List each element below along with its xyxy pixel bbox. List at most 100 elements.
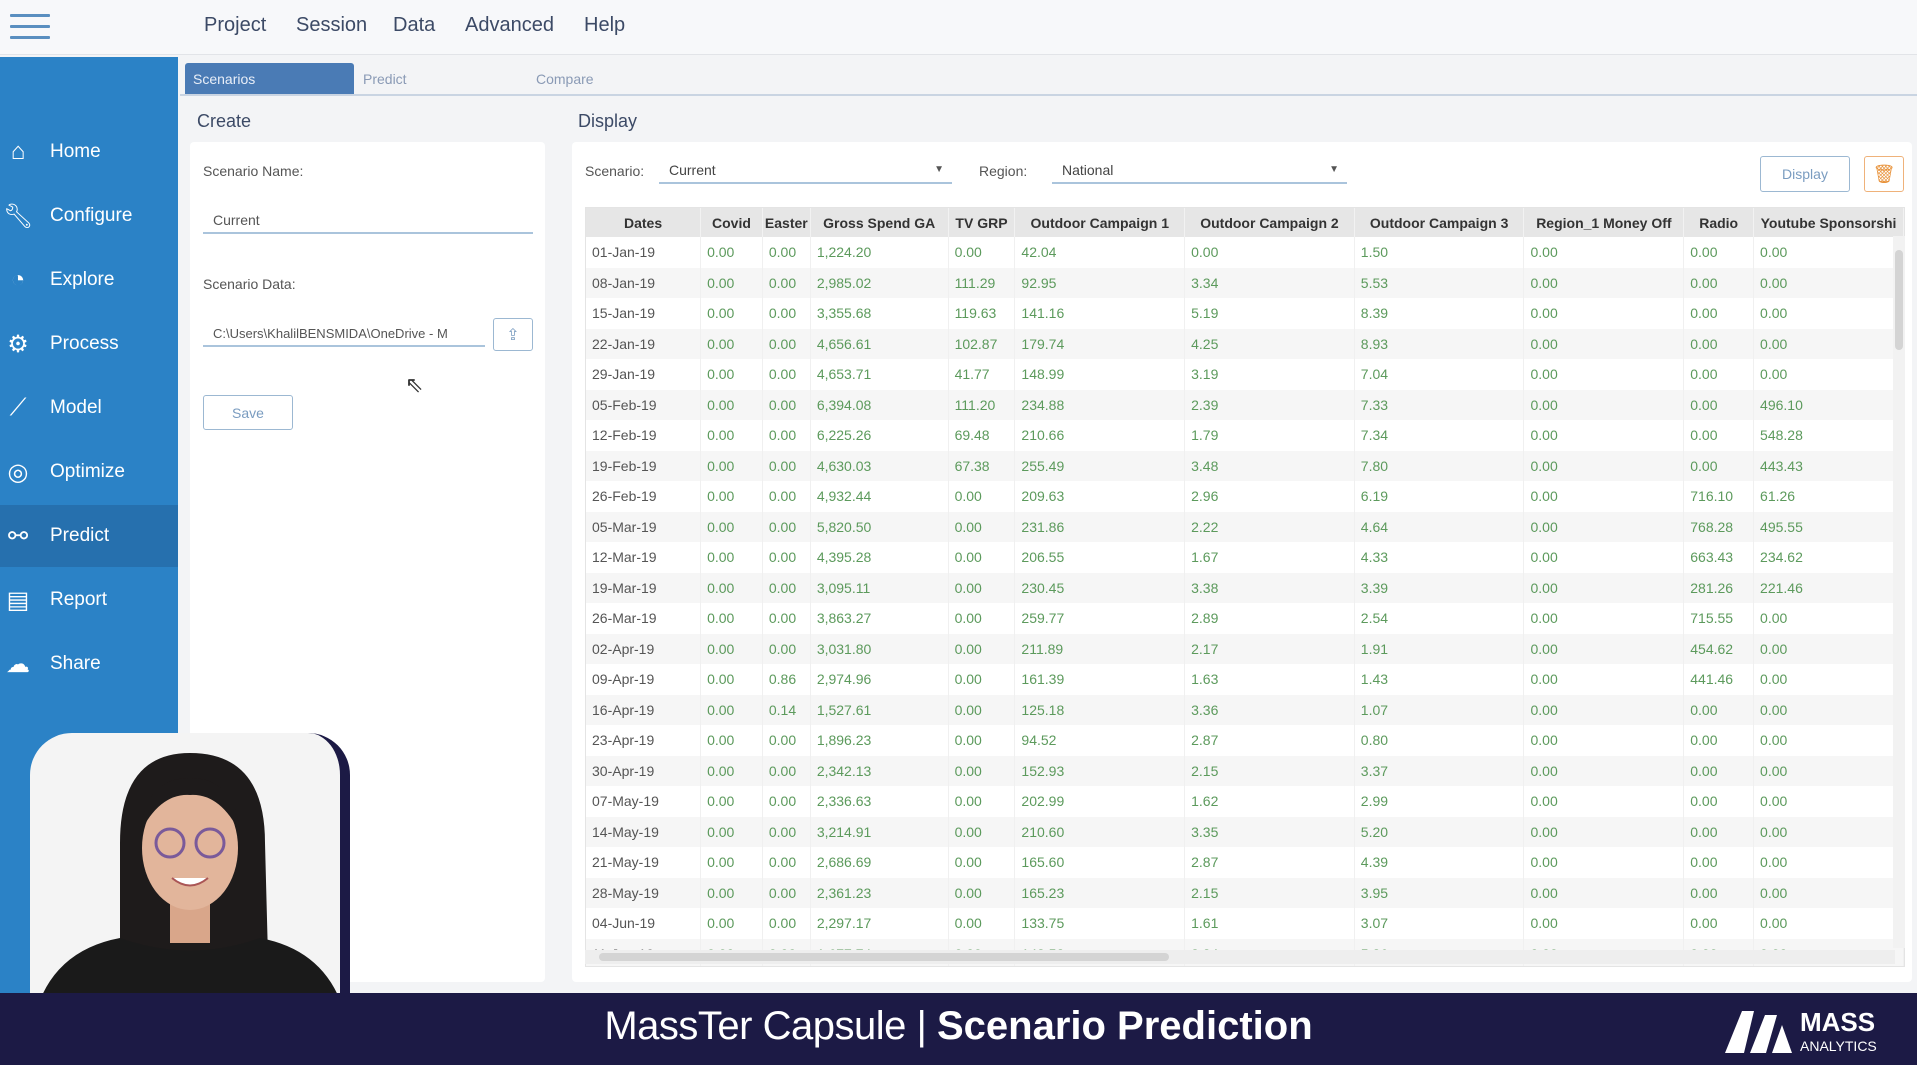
value-cell[interactable]: 4.64 bbox=[1354, 511, 1525, 542]
value-cell[interactable]: 0.00 bbox=[1523, 298, 1685, 329]
value-cell[interactable]: 0.00 bbox=[700, 450, 763, 481]
value-cell[interactable]: 2,985.02 bbox=[810, 267, 949, 298]
value-cell[interactable]: 2.96 bbox=[1184, 481, 1355, 512]
value-cell[interactable]: 210.60 bbox=[1014, 816, 1186, 847]
value-cell[interactable]: 3.39 bbox=[1354, 572, 1525, 603]
value-cell[interactable]: 255.49 bbox=[1014, 450, 1186, 481]
value-cell[interactable]: 7.34 bbox=[1354, 420, 1525, 451]
column-header[interactable]: TV GRP bbox=[948, 208, 1016, 237]
value-cell[interactable]: 1.63 bbox=[1184, 664, 1355, 695]
value-cell[interactable]: 4,656.61 bbox=[810, 328, 949, 359]
value-cell[interactable]: 0.00 bbox=[1753, 633, 1904, 664]
value-cell[interactable]: 0.00 bbox=[762, 725, 811, 756]
value-cell[interactable]: 3.35 bbox=[1184, 816, 1355, 847]
date-cell[interactable]: 15-Jan-19 bbox=[586, 298, 702, 329]
value-cell[interactable]: 165.60 bbox=[1014, 847, 1186, 878]
date-cell[interactable]: 28-May-19 bbox=[586, 877, 702, 908]
menu-advanced[interactable]: Advanced bbox=[465, 14, 554, 37]
value-cell[interactable]: 6,225.26 bbox=[810, 420, 949, 451]
value-cell[interactable]: 0.00 bbox=[1523, 694, 1685, 725]
value-cell[interactable]: 202.99 bbox=[1014, 786, 1186, 817]
value-cell[interactable]: 5.19 bbox=[1184, 298, 1355, 329]
table-row[interactable]: 19-Feb-19 0.00 0.00 4,630.03 67.38 255.49 3.48… bbox=[586, 450, 1904, 481]
value-cell[interactable]: 1,896.23 bbox=[810, 725, 949, 756]
column-header[interactable]: Outdoor Campaign 1 bbox=[1014, 208, 1186, 237]
value-cell[interactable]: 0.00 bbox=[700, 572, 763, 603]
value-cell[interactable]: 0.00 bbox=[700, 542, 763, 573]
table-row[interactable]: 09-Apr-19 0.00 0.86 2,974.96 0.00 161.39 1.63 1… bbox=[586, 664, 1904, 695]
value-cell[interactable]: 0.00 bbox=[762, 572, 811, 603]
value-cell[interactable]: 0.00 bbox=[700, 908, 763, 939]
value-cell[interactable]: 0.00 bbox=[1753, 725, 1904, 756]
value-cell[interactable]: 2,686.69 bbox=[810, 847, 949, 878]
value-cell[interactable]: 0.00 bbox=[948, 786, 1016, 817]
value-cell[interactable]: 0.00 bbox=[948, 603, 1016, 634]
value-cell[interactable]: 0.00 bbox=[1523, 816, 1685, 847]
table-row[interactable]: 12-Feb-19 0.00 0.00 6,225.26 69.48 210.66 1.79… bbox=[586, 420, 1904, 451]
value-cell[interactable]: 133.75 bbox=[1014, 908, 1186, 939]
value-cell[interactable]: 2,974.96 bbox=[810, 664, 949, 695]
value-cell[interactable]: 0.00 bbox=[1753, 328, 1904, 359]
column-header[interactable]: Outdoor Campaign 2 bbox=[1184, 208, 1355, 237]
value-cell[interactable]: 0.00 bbox=[762, 267, 811, 298]
value-cell[interactable]: 102.87 bbox=[948, 328, 1016, 359]
value-cell[interactable]: 165.23 bbox=[1014, 877, 1186, 908]
value-cell[interactable]: 0.00 bbox=[948, 816, 1016, 847]
value-cell[interactable]: 0.80 bbox=[1354, 725, 1525, 756]
date-cell[interactable]: 09-Apr-19 bbox=[586, 664, 702, 695]
value-cell[interactable]: 0.00 bbox=[1683, 389, 1755, 420]
table-row[interactable]: 28-May-19 0.00 0.00 2,361.23 0.00 165.23 2.15 3… bbox=[586, 877, 1904, 908]
value-cell[interactable]: 0.00 bbox=[1753, 755, 1904, 786]
value-cell[interactable]: 0.00 bbox=[1523, 633, 1685, 664]
value-cell[interactable]: 1,527.61 bbox=[810, 694, 949, 725]
value-cell[interactable]: 0.00 bbox=[762, 328, 811, 359]
value-cell[interactable]: 5.53 bbox=[1354, 267, 1525, 298]
value-cell[interactable]: 0.00 bbox=[1523, 755, 1685, 786]
value-cell[interactable]: 3,095.11 bbox=[810, 572, 949, 603]
value-cell[interactable]: 0.00 bbox=[700, 420, 763, 451]
menu-help[interactable]: Help bbox=[584, 14, 625, 37]
date-cell[interactable]: 14-May-19 bbox=[586, 816, 702, 847]
value-cell[interactable]: 67.38 bbox=[948, 450, 1016, 481]
value-cell[interactable]: 0.00 bbox=[762, 359, 811, 390]
sidebar-item-model[interactable]: ⟋ Model bbox=[0, 377, 178, 439]
value-cell[interactable]: 8.93 bbox=[1354, 328, 1525, 359]
value-cell[interactable]: 0.00 bbox=[948, 237, 1016, 268]
value-cell[interactable]: 0.00 bbox=[762, 542, 811, 573]
value-cell[interactable]: 230.45 bbox=[1014, 572, 1186, 603]
scenario-dropdown[interactable]: Current ▼ bbox=[659, 158, 952, 184]
value-cell[interactable]: 7.04 bbox=[1354, 359, 1525, 390]
value-cell[interactable]: 0.00 bbox=[1523, 603, 1685, 634]
value-cell[interactable]: 0.00 bbox=[700, 877, 763, 908]
value-cell[interactable]: 1,224.20 bbox=[810, 237, 949, 268]
value-cell[interactable]: 0.00 bbox=[700, 725, 763, 756]
value-cell[interactable]: 281.26 bbox=[1683, 572, 1755, 603]
value-cell[interactable]: 3.38 bbox=[1184, 572, 1355, 603]
delete-button[interactable]: 🗑︎ bbox=[1864, 156, 1904, 192]
value-cell[interactable]: 548.28 bbox=[1753, 420, 1904, 451]
value-cell[interactable]: 221.46 bbox=[1753, 572, 1904, 603]
table-row[interactable]: 23-Apr-19 0.00 0.00 1,896.23 0.00 94.52 2.87 0.… bbox=[586, 725, 1904, 756]
value-cell[interactable]: 1.91 bbox=[1354, 633, 1525, 664]
value-cell[interactable]: 259.77 bbox=[1014, 603, 1186, 634]
value-cell[interactable]: 0.00 bbox=[762, 633, 811, 664]
value-cell[interactable]: 0.00 bbox=[948, 633, 1016, 664]
value-cell[interactable]: 2,336.63 bbox=[810, 786, 949, 817]
date-cell[interactable]: 05-Mar-19 bbox=[586, 511, 702, 542]
hamburger-menu-icon[interactable] bbox=[10, 14, 50, 40]
value-cell[interactable]: 7.33 bbox=[1354, 389, 1525, 420]
table-row[interactable]: 12-Mar-19 0.00 0.00 4,395.28 0.00 206.55 1.67 4… bbox=[586, 542, 1904, 573]
value-cell[interactable]: 4,932.44 bbox=[810, 481, 949, 512]
value-cell[interactable]: 161.39 bbox=[1014, 664, 1186, 695]
value-cell[interactable]: 0.00 bbox=[700, 511, 763, 542]
value-cell[interactable]: 148.99 bbox=[1014, 359, 1186, 390]
column-header[interactable]: Easter bbox=[762, 208, 811, 237]
date-cell[interactable]: 04-Jun-19 bbox=[586, 908, 702, 939]
value-cell[interactable]: 454.62 bbox=[1683, 633, 1755, 664]
value-cell[interactable]: 1.67 bbox=[1184, 542, 1355, 573]
value-cell[interactable]: 0.00 bbox=[948, 542, 1016, 573]
value-cell[interactable]: 0.00 bbox=[700, 237, 763, 268]
date-cell[interactable]: 12-Mar-19 bbox=[586, 542, 702, 573]
table-row[interactable]: 15-Jan-19 0.00 0.00 3,355.68 119.63 141.16 5.1… bbox=[586, 298, 1904, 329]
value-cell[interactable]: 0.00 bbox=[948, 664, 1016, 695]
